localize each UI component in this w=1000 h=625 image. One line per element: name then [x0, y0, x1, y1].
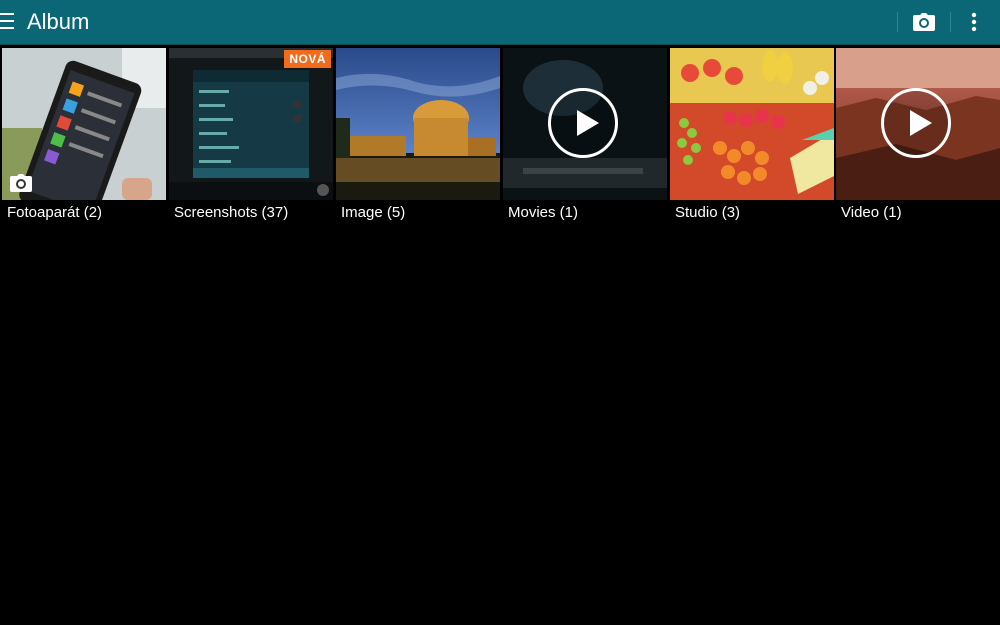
play-icon: [881, 88, 951, 158]
fruit-photo: [670, 48, 834, 200]
new-badge: NOVÁ: [284, 50, 331, 68]
more-vert-icon: [971, 12, 977, 32]
palace-photo: [336, 48, 500, 200]
album-thumbnail-video[interactable]: [836, 48, 1000, 200]
album-label: Image (5): [341, 204, 406, 221]
album-label: Video (1): [841, 204, 902, 221]
page-title: Album: [27, 9, 90, 34]
album-label: Fotoaparát (2): [7, 204, 103, 221]
album-thumbnail-studio[interactable]: [670, 48, 834, 200]
album-thumbnail-camera[interactable]: [2, 48, 166, 200]
play-icon: [548, 88, 618, 158]
menu-icon[interactable]: [0, 13, 16, 31]
app-bar: Album: [0, 0, 1000, 45]
album-thumbnail-movies[interactable]: [503, 48, 667, 200]
album-label: Studio (3): [675, 204, 741, 221]
album-label: Screenshots (37): [174, 204, 289, 221]
album-thumbnail-image[interactable]: [336, 48, 500, 200]
divider: [950, 12, 951, 32]
screenshot-preview: [169, 48, 333, 200]
more-options-button[interactable]: [956, 6, 992, 38]
album-label: Movies (1): [508, 204, 579, 221]
camera-icon: [10, 174, 32, 192]
divider: [897, 12, 898, 32]
camera-button[interactable]: [902, 6, 946, 38]
album-thumbnail-screenshots[interactable]: NOVÁ: [169, 48, 333, 200]
camera-icon: [913, 13, 935, 31]
